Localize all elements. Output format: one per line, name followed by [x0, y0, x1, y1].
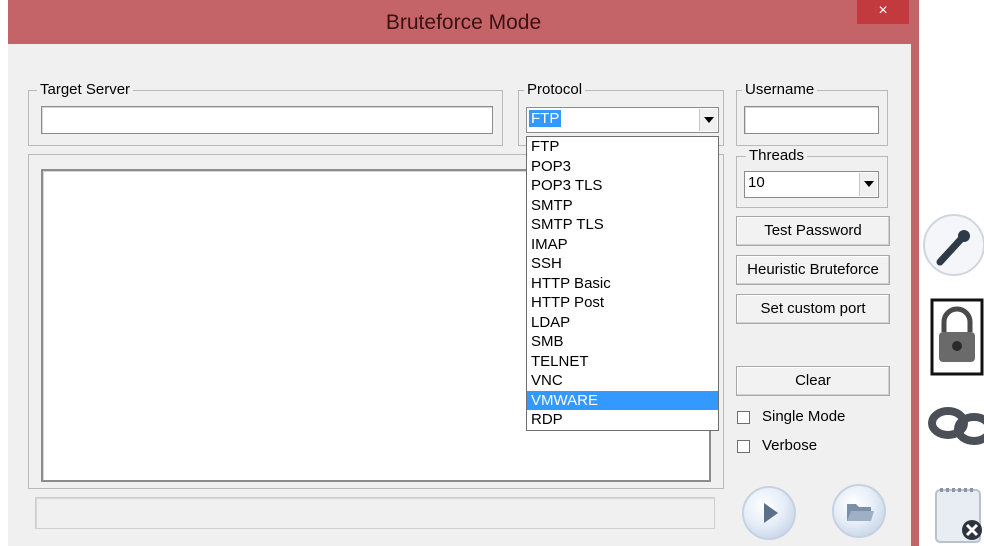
play-icon: [764, 503, 778, 523]
test-password-button[interactable]: Test Password: [736, 216, 890, 246]
clear-button[interactable]: Clear: [736, 366, 890, 396]
title-bar[interactable]: Bruteforce Mode ×: [8, 0, 919, 44]
protocol-option[interactable]: HTTP Basic: [527, 274, 718, 294]
handcuffs-icon[interactable]: [928, 395, 984, 455]
protocol-option[interactable]: SMTP: [527, 196, 718, 216]
protocol-option[interactable]: POP3 TLS: [527, 176, 718, 196]
target-server-label: Target Server: [37, 81, 134, 98]
open-file-button[interactable]: [832, 484, 886, 538]
status-bar: [35, 497, 715, 529]
single-mode-checkbox[interactable]: [737, 411, 750, 424]
chevron-down-icon[interactable]: [859, 173, 877, 196]
target-server-input[interactable]: [41, 106, 493, 134]
protocol-option[interactable]: SSH: [527, 254, 718, 274]
protocol-option[interactable]: SMB: [527, 332, 718, 352]
close-button[interactable]: ×: [857, 0, 909, 24]
protocol-option[interactable]: IMAP: [527, 235, 718, 255]
padlock-icon[interactable]: [930, 298, 984, 376]
protocol-option[interactable]: HTTP Post: [527, 293, 718, 313]
protocol-option[interactable]: FTP: [527, 137, 718, 157]
protocol-option[interactable]: TELNET: [527, 352, 718, 372]
window-title: Bruteforce Mode: [385, 11, 542, 34]
protocol-option[interactable]: RDP: [527, 410, 718, 430]
protocol-option[interactable]: LDAP: [527, 313, 718, 333]
heuristic-bruteforce-button[interactable]: Heuristic Bruteforce: [736, 255, 890, 285]
chevron-down-icon[interactable]: [699, 109, 717, 131]
protocol-dropdown-list[interactable]: FTP POP3 POP3 TLS SMTP SMTP TLS IMAP SSH…: [526, 136, 719, 431]
set-custom-port-button[interactable]: Set custom port: [736, 294, 890, 324]
protocol-label: Protocol: [524, 81, 586, 98]
protocol-selected-value: FTP: [529, 110, 562, 127]
key-icon[interactable]: [918, 210, 984, 280]
protocol-option-highlighted[interactable]: VMWARE: [527, 390, 718, 410]
protocol-option[interactable]: SMTP TLS: [527, 215, 718, 235]
username-label: Username: [742, 81, 818, 98]
threads-label: Threads: [746, 147, 808, 164]
protocol-option[interactable]: POP3: [527, 157, 718, 177]
notepad-delete-icon[interactable]: [930, 484, 984, 546]
threads-selected-value: 10: [748, 174, 765, 191]
username-input[interactable]: [744, 106, 879, 134]
protocol-option[interactable]: VNC: [527, 371, 718, 391]
verbose-checkbox[interactable]: [737, 440, 750, 453]
protocol-select[interactable]: FTP: [526, 107, 719, 133]
single-mode-label: Single Mode: [762, 408, 846, 425]
verbose-label: Verbose: [762, 437, 818, 454]
start-button[interactable]: [742, 486, 796, 540]
folder-icon: [847, 504, 874, 521]
threads-select[interactable]: 10: [744, 171, 879, 198]
